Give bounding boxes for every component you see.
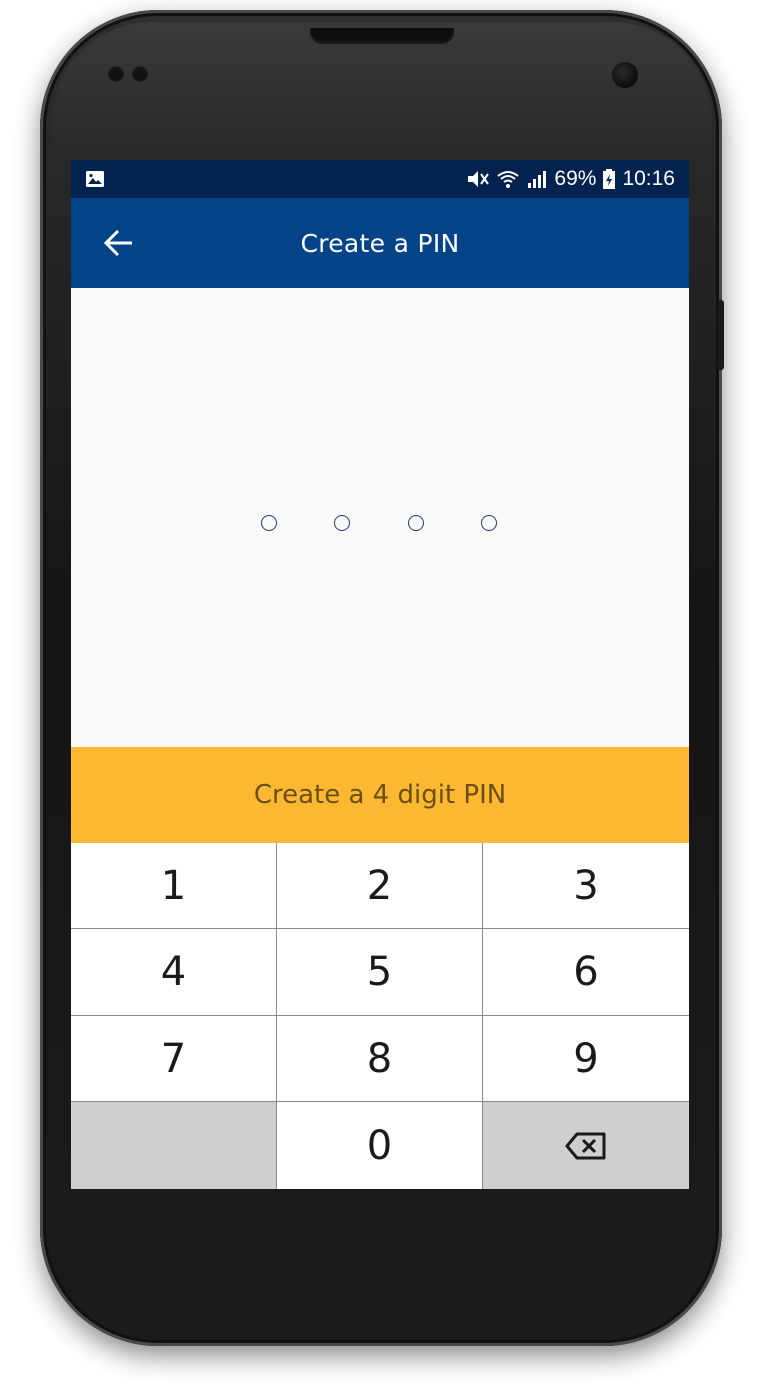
pin-indicator: [71, 515, 689, 535]
key-7[interactable]: 7: [71, 1016, 277, 1102]
backspace-icon: [565, 1132, 606, 1159]
key-5[interactable]: 5: [277, 929, 483, 1016]
power-button: [718, 300, 724, 370]
page-title: Create a PIN: [300, 228, 460, 258]
numeric-keypad: 1 2 3 4 5 6 7 8 9 0: [71, 843, 689, 1189]
key-6[interactable]: 6: [483, 929, 689, 1016]
key-9[interactable]: 9: [483, 1016, 689, 1102]
image-notification-icon: [86, 171, 104, 187]
earpiece-speaker: [310, 28, 454, 44]
key-1[interactable]: 1: [71, 843, 277, 929]
screen: 69% 10:16 Create a PIN Create a 4 digit …: [71, 160, 689, 1189]
clock: 10:16: [622, 167, 675, 190]
pin-dot: [408, 515, 424, 531]
light-sensor: [132, 66, 148, 82]
signal-icon: [528, 171, 547, 188]
pin-dot: [261, 515, 277, 531]
wifi-icon: [497, 171, 520, 188]
status-icons: 69% 10:16: [466, 160, 675, 198]
delete-key[interactable]: [483, 1102, 689, 1189]
pin-dot: [481, 515, 497, 531]
proximity-sensor: [108, 66, 124, 82]
key-3[interactable]: 3: [483, 843, 689, 929]
pin-prompt-banner: Create a 4 digit PIN: [71, 747, 689, 843]
battery-percent: 69%: [554, 167, 597, 190]
pin-dot: [334, 515, 350, 531]
key-8[interactable]: 8: [277, 1016, 483, 1102]
key-empty: [71, 1102, 277, 1189]
status-bar: 69% 10:16: [71, 160, 689, 198]
front-camera: [612, 62, 638, 88]
battery-icon: [603, 169, 616, 189]
mute-icon: [468, 171, 490, 187]
key-4[interactable]: 4: [71, 929, 277, 1016]
app-bar: Create a PIN: [71, 198, 689, 288]
key-2[interactable]: 2: [277, 843, 483, 929]
pin-prompt-text: Create a 4 digit PIN: [253, 780, 507, 810]
key-0[interactable]: 0: [277, 1102, 483, 1189]
